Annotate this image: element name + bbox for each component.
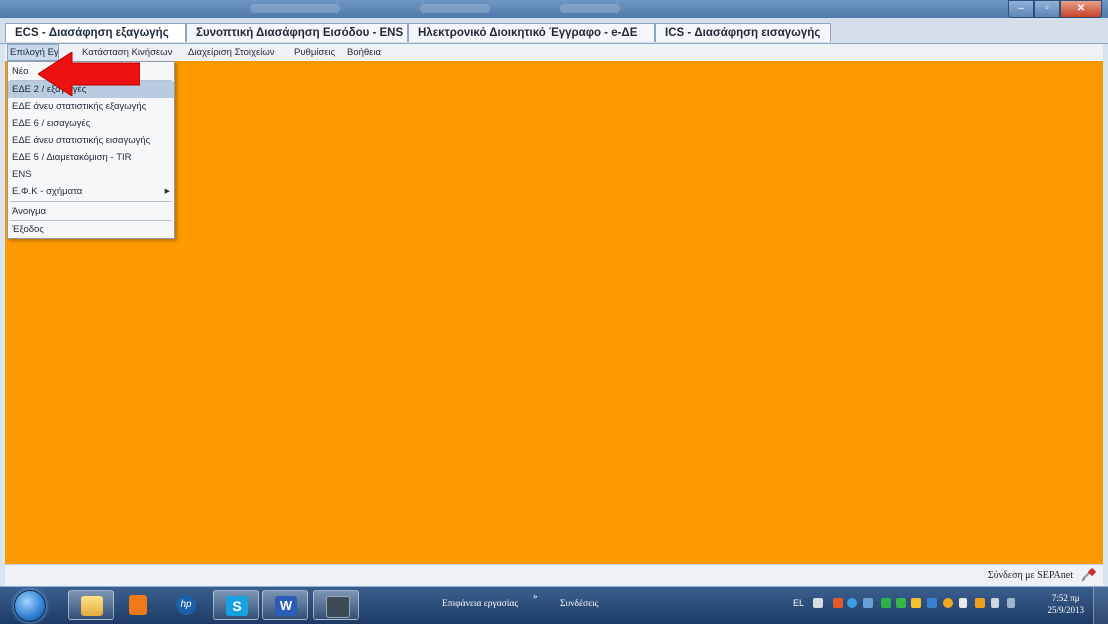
tab-bar: ECS - Διασάφηση εξαγωγής Συνοπτική Διασά… — [0, 18, 1108, 44]
tab-e-de[interactable]: Ηλεκτρονικό Διοικητικό Έγγραφο - e-ΔΕ — [408, 23, 655, 42]
language-indicator[interactable]: EL — [793, 598, 804, 608]
clock-date: 25/9/2013 — [1047, 605, 1084, 615]
taskbar-app-button[interactable] — [313, 590, 359, 620]
tray-app-icon[interactable] — [833, 598, 843, 608]
menu-item-ede6-imports[interactable]: ΕΔΕ 6 / εισαγωγές — [8, 115, 174, 132]
minimize-button[interactable]: – — [1008, 0, 1034, 18]
plug-icon — [1081, 568, 1096, 582]
close-button[interactable]: ✕ — [1060, 0, 1102, 18]
tab-ens[interactable]: Συνοπτική Διασάφηση Εισόδου - ENS — [186, 23, 408, 42]
title-bar-glow — [250, 4, 340, 13]
menu-item-ens[interactable]: ENS — [8, 166, 174, 183]
network-icon[interactable] — [863, 598, 873, 608]
menu-bar: Επιλογή Εγγ Κατάσταση Κινήσεων Διαχείρισ… — [5, 44, 1103, 61]
tray-orange-icon[interactable] — [943, 598, 953, 608]
tab-ecs[interactable]: ECS - Διασάφηση εξαγωγής — [5, 23, 186, 42]
show-desktop-button[interactable] — [1093, 587, 1108, 624]
clock-time: 7:52 πμ — [1051, 593, 1080, 603]
title-bar-glow — [420, 4, 490, 13]
tray-green-icon[interactable] — [881, 598, 891, 608]
menu-item-ede5-transit-tir[interactable]: ΕΔΕ 5 / Διαμετακόμιση - TIR — [8, 149, 174, 166]
connection-status-text: Σύνδεση με SEPAnet — [987, 570, 1073, 581]
connections-toolbar-label[interactable]: Συνδέσεις — [560, 599, 598, 609]
maximize-button[interactable]: ▫ — [1034, 0, 1060, 18]
desktop-toolbar-label[interactable]: Επιφάνεια εργασίας — [442, 599, 518, 609]
menu-data-management[interactable]: Διαχείριση Στοιχείων — [188, 44, 275, 61]
folder-icon — [81, 596, 103, 616]
taskbar: hp S W Επιφάνεια εργασίας » Συνδέσεις EL… — [0, 586, 1108, 624]
submenu-arrow-icon: ▶ — [164, 188, 170, 195]
red-arrow-annotation-icon — [38, 52, 140, 96]
menu-item-ede-import-no-stats[interactable]: ΕΔΕ άνευ στατιστικής εισαγωγής — [8, 132, 174, 149]
keyboard-icon[interactable] — [813, 598, 823, 608]
skype-icon: S — [226, 596, 248, 616]
media-player-icon — [129, 595, 147, 615]
start-button[interactable] — [14, 590, 46, 622]
tray-blue-icon[interactable] — [927, 598, 937, 608]
hp-icon: hp — [176, 595, 196, 615]
application-icon — [326, 596, 350, 618]
menu-item-open[interactable]: Άνοιγμα — [8, 203, 174, 220]
status-bar: Σύνδεση με SEPAnet — [5, 564, 1103, 587]
tray-yellow-icon[interactable] — [911, 598, 921, 608]
menu-settings[interactable]: Ρυθμίσεις — [294, 44, 335, 61]
battery-icon[interactable] — [1007, 598, 1015, 608]
menu-item-efk-forms[interactable]: Ε.Φ.Κ - σχήματα ▶ — [8, 183, 174, 200]
menu-item-efk-forms-label: Ε.Φ.Κ - σχήματα — [12, 186, 83, 197]
taskbar-word-button[interactable]: W — [262, 590, 308, 620]
taskbar-skype-button[interactable]: S — [213, 590, 259, 620]
menu-help[interactable]: Βοήθεια — [347, 44, 381, 61]
tray-update-icon[interactable] — [975, 598, 985, 608]
title-bar-glow — [560, 4, 620, 13]
word-icon: W — [275, 596, 297, 616]
tray-leaf-icon[interactable] — [896, 598, 906, 608]
taskbar-explorer-button[interactable] — [68, 590, 114, 620]
taskbar-hp-button[interactable]: hp — [163, 590, 209, 620]
window-title-bar: – ▫ ✕ — [0, 0, 1108, 18]
menu-item-ede-export-no-stats[interactable]: ΕΔΕ άνευ στατιστικής εξαγωγής — [8, 98, 174, 115]
taskbar-media-button[interactable] — [115, 590, 161, 620]
volume-icon[interactable] — [991, 598, 999, 608]
menu-separator — [10, 201, 172, 202]
tray-sync-icon[interactable] — [847, 598, 857, 608]
tab-ics[interactable]: ICS - Διασάφηση εισαγωγής — [655, 23, 831, 42]
clock[interactable]: 7:52 πμ 25/9/2013 — [1047, 592, 1084, 616]
menu-item-exit[interactable]: Έξοδος — [8, 221, 174, 238]
action-center-flag-icon[interactable] — [959, 598, 967, 608]
toolbar-chevron-icon[interactable]: » — [533, 591, 538, 601]
